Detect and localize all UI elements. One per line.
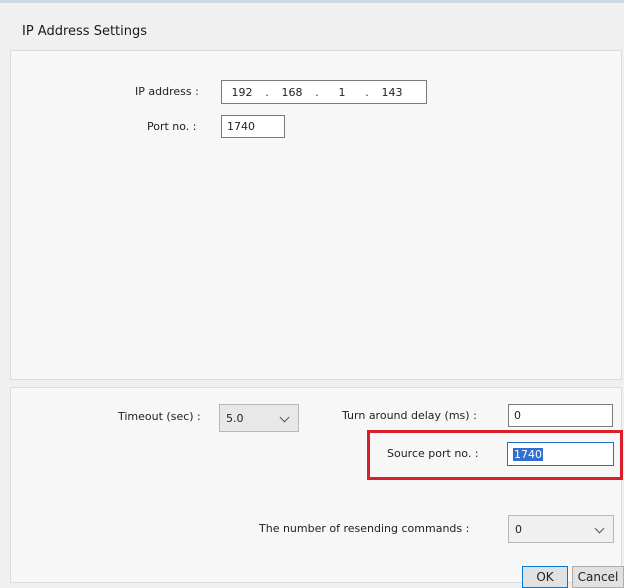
ok-button[interactable]: OK [522, 566, 568, 588]
ip-octet-2[interactable]: 168 [272, 86, 312, 99]
ip-separator: . [265, 85, 269, 99]
chevron-down-icon [279, 412, 290, 423]
chevron-down-icon [594, 523, 605, 534]
turnaround-delay-label: Turn around delay (ms) : [342, 409, 477, 422]
port-label: Port no. : [147, 120, 197, 133]
timeout-select[interactable]: 5.0 [219, 404, 299, 432]
ip-separator: . [315, 85, 319, 99]
source-port-label: Source port no. : [387, 447, 479, 460]
ip-octet-3[interactable]: 1 [322, 86, 362, 99]
resend-count-value: 0 [515, 522, 522, 536]
resend-count-select[interactable]: 0 [508, 515, 614, 543]
timeout-label: Timeout (sec) : [118, 410, 201, 423]
cancel-button[interactable]: Cancel [572, 566, 624, 588]
resend-count-label: The number of resending commands : [259, 522, 470, 535]
source-port-selected-text: 1740 [513, 447, 543, 461]
source-port-input[interactable]: 1740 [507, 442, 614, 466]
timeout-value: 5.0 [226, 411, 244, 425]
ip-address-field[interactable]: 192 . 168 . 1 . 143 [221, 80, 427, 104]
turnaround-delay-input[interactable]: 0 [508, 404, 613, 427]
ip-octet-1[interactable]: 192 [222, 86, 262, 99]
window-top-border [0, 0, 624, 3]
ip-address-label: IP address : [135, 85, 199, 98]
dialog-title: IP Address Settings [22, 24, 148, 39]
ip-octet-4[interactable]: 143 [372, 86, 412, 99]
ip-separator: . [365, 85, 369, 99]
port-input[interactable]: 1740 [221, 115, 285, 138]
